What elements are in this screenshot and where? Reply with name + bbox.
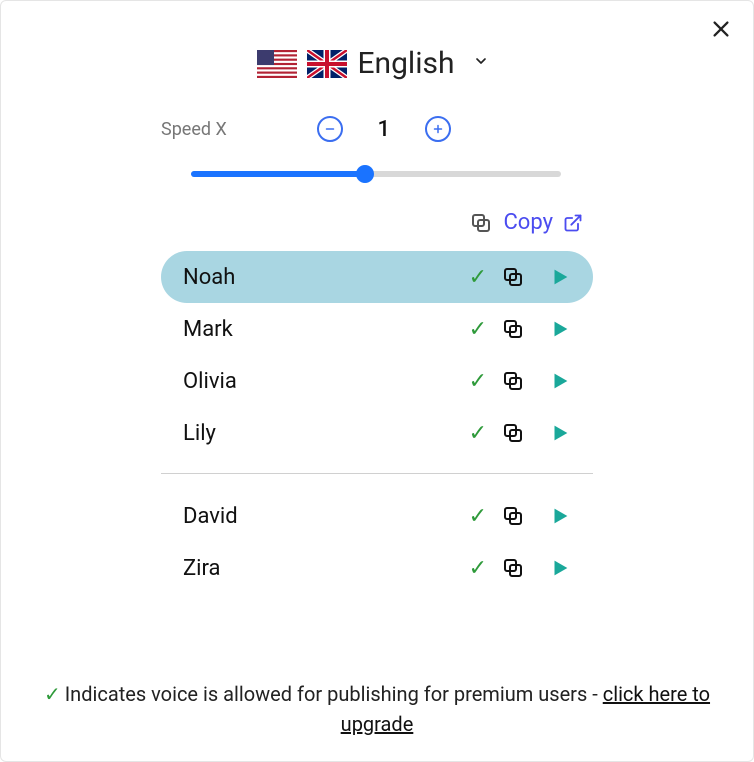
close-icon — [710, 18, 732, 40]
voice-item-noah[interactable]: Noah ✓ — [161, 251, 593, 303]
minus-icon — [324, 123, 336, 135]
play-icon — [549, 557, 571, 579]
flag-us-icon — [257, 50, 297, 78]
play-voice-button[interactable] — [549, 557, 571, 579]
external-link-icon — [563, 213, 583, 233]
voice-name: Lily — [183, 421, 455, 446]
check-icon: ✓ — [469, 421, 487, 446]
language-caret[interactable] — [465, 45, 497, 82]
copy-icon — [501, 504, 525, 528]
voice-item-olivia[interactable]: Olivia ✓ — [161, 355, 593, 407]
voice-settings-modal: English Speed X 1 Copy Noa — [0, 0, 754, 762]
speed-slider[interactable] — [191, 164, 561, 184]
check-icon: ✓ — [469, 369, 487, 394]
check-icon: ✓ — [469, 317, 487, 342]
footer-text: Indicates voice is allowed for publishin… — [65, 682, 603, 706]
voice-name: Zira — [183, 556, 455, 581]
copy-icon — [469, 211, 493, 235]
plus-icon — [432, 123, 444, 135]
play-icon — [549, 505, 571, 527]
slider-fill — [191, 171, 365, 177]
check-icon: ✓ — [44, 682, 61, 706]
check-icon: ✓ — [469, 265, 487, 290]
footer-note: ✓Indicates voice is allowed for publishi… — [1, 679, 753, 739]
voice-name: Olivia — [183, 369, 455, 394]
speed-label: Speed X — [161, 119, 227, 140]
copy-voice-button[interactable] — [501, 421, 525, 445]
copy-icon — [501, 265, 525, 289]
speed-section: Speed X 1 — [1, 116, 753, 184]
copy-voice-button[interactable] — [501, 317, 525, 341]
voice-list-secondary: David ✓ Zira ✓ — [1, 490, 753, 594]
open-external-button[interactable] — [563, 213, 583, 233]
copy-voice-button[interactable] — [501, 504, 525, 528]
voice-name: Mark — [183, 317, 455, 342]
voice-item-zira[interactable]: Zira ✓ — [161, 542, 593, 594]
copy-voice-button[interactable] — [501, 265, 525, 289]
voice-item-lily[interactable]: Lily ✓ — [161, 407, 593, 459]
copy-voice-button[interactable] — [501, 369, 525, 393]
language-selector[interactable]: English — [1, 45, 753, 82]
copy-icon — [501, 421, 525, 445]
speed-value: 1 — [373, 117, 395, 142]
voice-item-david[interactable]: David ✓ — [161, 490, 593, 542]
voice-name: Noah — [183, 265, 455, 290]
language-label: English — [357, 46, 454, 81]
copy-icon — [501, 556, 525, 580]
copy-label[interactable]: Copy — [503, 210, 553, 235]
copy-icon — [501, 369, 525, 393]
speed-decrease-button[interactable] — [317, 116, 343, 142]
speed-increase-button[interactable] — [425, 116, 451, 142]
play-icon — [549, 370, 571, 392]
voice-list-divider — [161, 473, 593, 474]
check-icon: ✓ — [469, 504, 487, 529]
copy-all-button[interactable] — [469, 211, 493, 235]
play-icon — [549, 318, 571, 340]
voice-list-primary: Noah ✓ Mark ✓ Olivia ✓ Lily ✓ — [1, 251, 753, 459]
play-icon — [549, 266, 571, 288]
play-voice-button[interactable] — [549, 422, 571, 444]
play-voice-button[interactable] — [549, 266, 571, 288]
play-voice-button[interactable] — [549, 370, 571, 392]
play-icon — [549, 422, 571, 444]
copy-voice-button[interactable] — [501, 556, 525, 580]
close-button[interactable] — [707, 15, 735, 43]
speed-controls: Speed X 1 — [161, 116, 593, 142]
voice-item-mark[interactable]: Mark ✓ — [161, 303, 593, 355]
slider-thumb[interactable] — [356, 165, 374, 183]
copy-icon — [501, 317, 525, 341]
check-icon: ✓ — [469, 556, 487, 581]
play-voice-button[interactable] — [549, 318, 571, 340]
chevron-down-icon — [473, 53, 489, 69]
copy-bar: Copy — [1, 210, 753, 235]
voice-name: David — [183, 504, 455, 529]
play-voice-button[interactable] — [549, 505, 571, 527]
flag-uk-icon — [307, 50, 347, 78]
